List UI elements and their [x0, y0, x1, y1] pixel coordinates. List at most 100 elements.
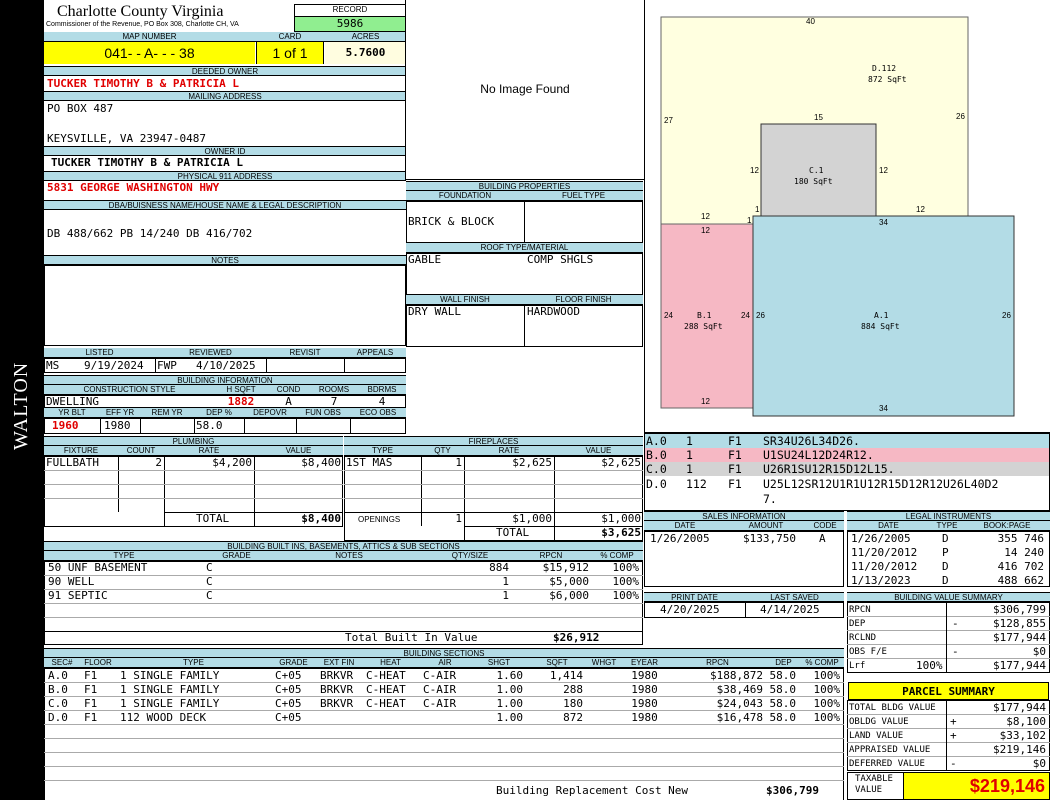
brcn-label: Building Replacement Cost New [496, 784, 689, 797]
no-image-text: No Image Found [480, 82, 570, 96]
bvs-value: $306,799 [993, 603, 1046, 616]
legal-date: 1/13/2023 [851, 574, 911, 587]
bs-cell: C-HEAT [366, 697, 406, 710]
bs-cell: 1,414 [549, 669, 583, 682]
dim-d-b2: 12 [916, 205, 925, 214]
bs-cell: C+05 [275, 711, 302, 724]
bs-cell: C-HEAT [366, 683, 406, 696]
bs-col-header: EXT FIN [316, 658, 362, 668]
legal-bookpage: 416 702 [997, 560, 1044, 573]
label-c: C.1 [809, 166, 824, 175]
legal-type: D [942, 574, 949, 587]
dep-pct-header: DEP % [194, 408, 244, 418]
bs-cell: 1980 [631, 711, 658, 724]
area-a: 884 SqFt [861, 322, 900, 331]
bs-cell: C-AIR [423, 697, 457, 710]
bs-cell: 58.0 [769, 669, 797, 682]
sales-code-header: CODE [806, 521, 844, 531]
dim-a-top: 34 [879, 218, 888, 227]
effyr-header: EFF YR [100, 408, 140, 418]
physical-address: 5831 GEORGE WASHINGTON HWY [47, 181, 220, 194]
mailing-line-1: PO BOX 487 [47, 102, 114, 115]
fireplace-value: $2,625 [601, 456, 641, 469]
bvs-pct: 100% [916, 659, 943, 672]
remyr-header: REM YR [140, 408, 194, 418]
sec-c-n: 1 [686, 462, 693, 476]
mailing-address-header: MAILING ADDRESS [44, 91, 406, 101]
heated-sqft: 1882 [227, 395, 255, 408]
summary-sign: - [950, 757, 957, 770]
bs-cell: 100% [813, 683, 841, 696]
bs-col-header: EYEAR [621, 658, 668, 668]
roof-header: ROOF TYPE/MATERIAL [406, 243, 643, 253]
last-saved: 4/14/2025 [760, 603, 820, 616]
sec-a-code: SR34U26L34D26. [763, 434, 860, 448]
builtin-rpcn: $6,000 [549, 589, 589, 602]
sec-b-n: 1 [686, 448, 693, 462]
builtins-total: $26,912 [553, 631, 600, 644]
bs-cell: C+05 [275, 683, 302, 696]
print-date-header: PRINT DATE [644, 592, 745, 602]
rooms: 7 [330, 395, 338, 408]
print-date: 4/20/2025 [660, 603, 720, 616]
record-number: 5986 [295, 17, 405, 31]
bs-cell: C.0 [48, 697, 68, 710]
bs-cell: F1 [84, 697, 98, 710]
dim-b-tr: 1 [747, 216, 752, 225]
bvs-label: RPCN [849, 605, 871, 615]
notes-box [44, 265, 406, 346]
bi-qty-header: QTY/SIZE [429, 551, 511, 561]
listed-date: 9/19/2024 [84, 359, 144, 372]
bs-cell: 112 WOOD DECK [120, 711, 207, 724]
parcel-summary-title: PARCEL SUMMARY [848, 682, 1049, 700]
sale-amount: $133,750 [743, 532, 796, 545]
acres-header: ACRES [325, 32, 406, 42]
sec-a-floor: F1 [728, 434, 742, 448]
summary-label: TOTAL BLDG VALUE [849, 703, 936, 713]
reviewed-by: FWP [157, 359, 177, 372]
appeals-header: APPEALS [344, 348, 406, 358]
reviewed-header: REVIEWED [155, 348, 266, 358]
ecoobs-header: ECO OBS [350, 408, 406, 418]
builtin-comp: 100% [612, 575, 640, 588]
builtin-type: 91 SEPTIC [48, 589, 108, 602]
builtin-comp: 100% [612, 561, 640, 574]
bvs-value: $177,944 [993, 631, 1046, 644]
openings-qty: 1 [455, 512, 462, 525]
bs-cell: 100% [813, 669, 841, 682]
sec-a-n: 1 [686, 434, 693, 448]
deeded-owner: TUCKER TIMOTHY B & PATRICIA L [47, 77, 240, 90]
summary-sign: + [950, 729, 957, 742]
legal-type: D [942, 560, 949, 573]
bs-cell: 872 [563, 711, 583, 724]
bs-cell: $24,043 [716, 697, 763, 710]
bs-cell: D.0 [48, 711, 68, 724]
plumbing-count: 2 [155, 456, 162, 469]
bs-col-header: HEAT [362, 658, 419, 668]
sec-d-code: U25L12SR12U1R1U12R15D12R12U26L40D2 [763, 477, 999, 491]
depreciation-pct: 58.0 [196, 419, 223, 432]
sec-a-id: A.0 [646, 434, 667, 448]
bvs-sign: - [952, 645, 959, 658]
dim-b-right: 24 [741, 311, 750, 320]
map-number: 041- - A- - - 38 [44, 42, 255, 64]
card-header: CARD [255, 32, 325, 42]
owner-id-header: OWNER ID [44, 146, 406, 156]
taxable-label-2: VALUE [855, 785, 883, 795]
last-saved-header: LAST SAVED [745, 592, 844, 602]
legal-bookpage-header: BOOK:PAGE [964, 521, 1050, 531]
construction-style: DWELLING [46, 395, 99, 408]
area-d: 872 SqFt [868, 75, 907, 84]
yrblt-header: YR BLT [44, 408, 100, 418]
dim-a-left: 26 [756, 311, 765, 320]
depovr-header: DEPOVR [244, 408, 296, 418]
summary-value: $219,146 [993, 743, 1046, 756]
bs-cell: 180 [563, 697, 583, 710]
record-header: RECORD [295, 5, 405, 17]
dim-a-right: 26 [1002, 311, 1011, 320]
year-built: 1960 [52, 419, 79, 432]
bs-col-header: TYPE [116, 658, 271, 668]
bs-cell: BRKVR [320, 669, 354, 682]
bs-col-header: RPCN [668, 658, 767, 668]
brcn-value: $306,799 [766, 784, 819, 797]
